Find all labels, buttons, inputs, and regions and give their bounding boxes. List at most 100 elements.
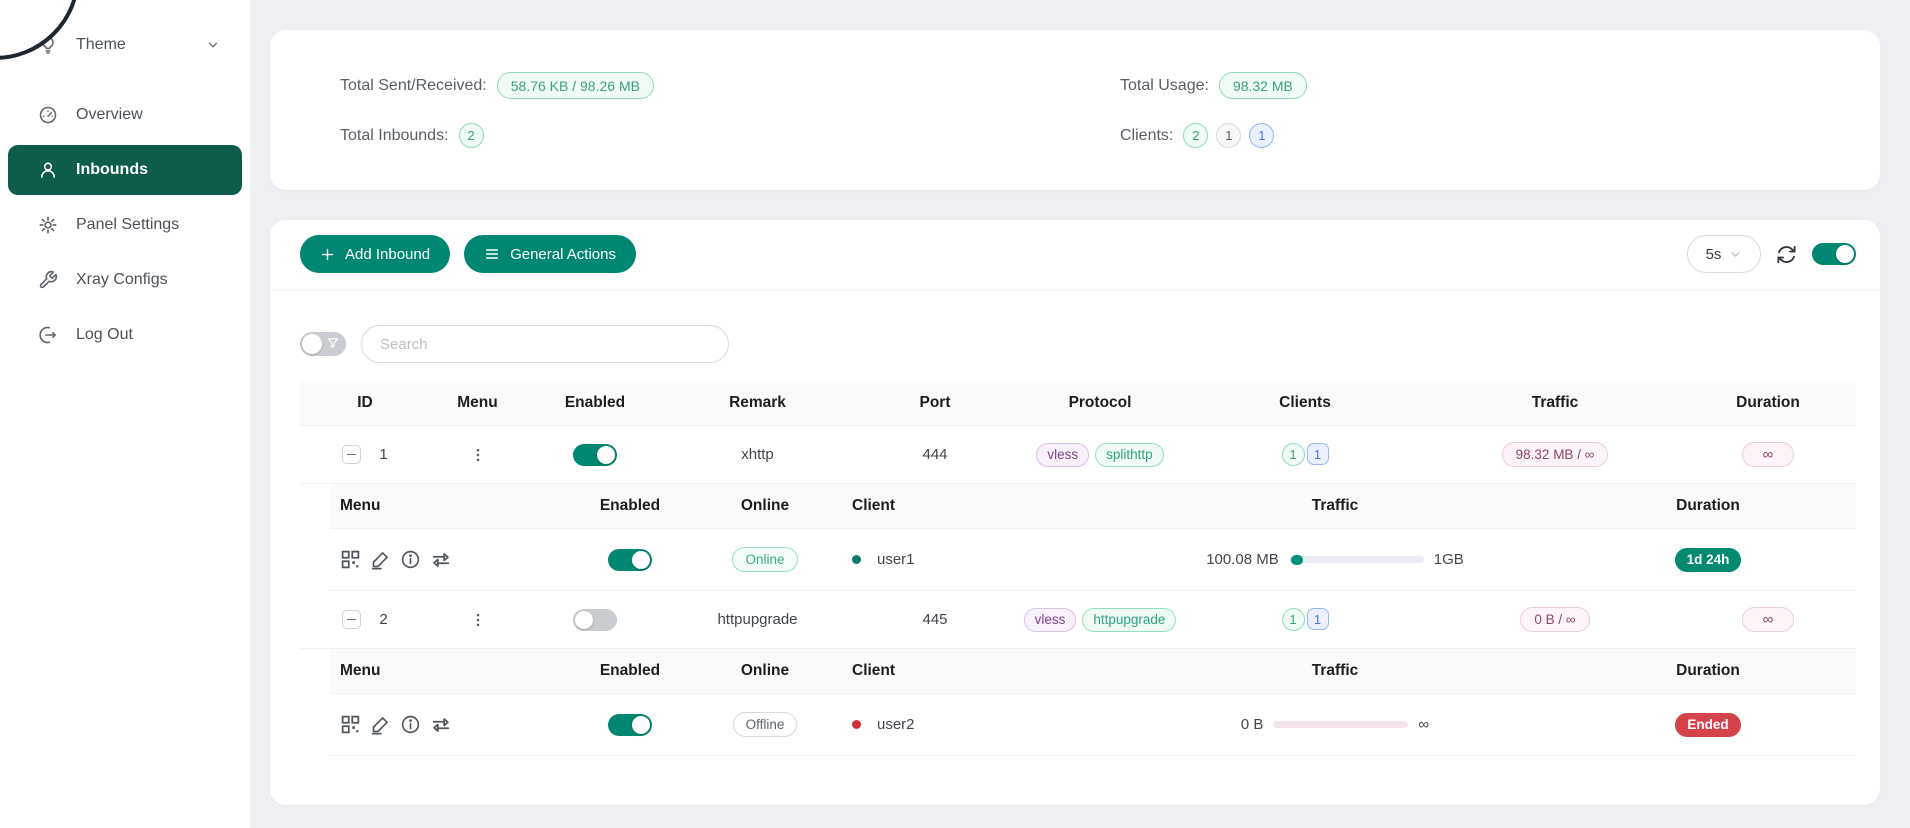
id-cell: 2 xyxy=(300,610,430,629)
client-name: user2 xyxy=(877,716,915,733)
search-row xyxy=(300,325,1856,363)
col-client-traffic: Traffic xyxy=(1110,497,1560,515)
sidebar-item-label: Theme xyxy=(76,36,126,54)
col-duration: Duration xyxy=(1680,394,1856,412)
col-client-online: Online xyxy=(700,497,830,515)
refresh-button[interactable] xyxy=(1776,244,1797,265)
client-traffic-cell: 100.08 MB 1GB xyxy=(1110,551,1560,568)
duration-pill: ∞ xyxy=(1742,442,1794,467)
sidebar: Theme Overview Inbounds Panel Settings X… xyxy=(0,0,250,828)
client-duration-badge: Ended xyxy=(1675,713,1740,737)
col-client-duration: Duration xyxy=(1560,662,1856,680)
inbound-port: 445 xyxy=(850,611,1020,628)
stat-value-pill: 98.32 MB xyxy=(1219,72,1307,99)
client-header-row: Menu Enabled Online Client Traffic Durat… xyxy=(330,649,1856,694)
edit-icon[interactable] xyxy=(370,549,391,570)
traffic-progress-bar xyxy=(1289,556,1424,563)
col-enabled: Enabled xyxy=(525,394,665,412)
sidebar-item-overview[interactable]: Overview xyxy=(8,90,242,140)
stat-value-pill: 58.76 KB / 98.26 MB xyxy=(497,72,654,99)
col-client-menu: Menu xyxy=(330,662,560,680)
stat-label: Total Inbounds: xyxy=(340,127,449,145)
stat-label: Total Sent/Received: xyxy=(340,77,487,95)
clients-cell: 1 1 xyxy=(1180,608,1430,631)
stat-clients: Clients: 2 1 1 xyxy=(1120,123,1880,148)
client-menu-cell xyxy=(330,549,560,571)
inbound-row: 2 httpupgrade 445 vless httpupgrade 1 1 xyxy=(300,591,1856,649)
add-inbound-button[interactable]: Add Inbound xyxy=(300,235,450,273)
sidebar-item-label: Panel Settings xyxy=(76,216,179,234)
auto-refresh-toggle[interactable] xyxy=(1812,243,1856,265)
stat-total-usage: Total Usage: 98.32 MB xyxy=(1120,72,1880,99)
toolbar-divider xyxy=(270,290,1880,291)
inbounds-card: Add Inbound General Actions 5s xyxy=(270,220,1880,805)
client-header-row: Menu Enabled Online Client Traffic Durat… xyxy=(330,484,1856,529)
col-client-duration: Duration xyxy=(1560,497,1856,515)
add-inbound-label: Add Inbound xyxy=(345,246,430,263)
inbound-enabled-toggle[interactable] xyxy=(573,444,617,466)
logout-icon xyxy=(38,325,58,345)
col-clients: Clients xyxy=(1180,394,1430,412)
col-protocol: Protocol xyxy=(1020,394,1180,412)
traffic-used: 0 B xyxy=(1241,716,1264,733)
collapse-row-button[interactable] xyxy=(342,445,361,464)
row-menu-button[interactable] xyxy=(430,611,525,629)
chevron-down-icon xyxy=(206,38,220,52)
info-icon[interactable] xyxy=(400,714,421,735)
inbounds-table: ID Menu Enabled Remark Port Protocol Cli… xyxy=(300,381,1856,756)
client-row: Offline user2 0 B ∞ Ended xyxy=(330,694,1856,756)
info-icon[interactable] xyxy=(400,549,421,570)
stat-total-sent-received: Total Sent/Received: 58.76 KB / 98.26 MB xyxy=(340,72,1120,99)
inbound-enabled-toggle[interactable] xyxy=(573,609,617,631)
refresh-interval-value: 5s xyxy=(1706,246,1722,263)
transport-tag: splithttp xyxy=(1095,443,1164,467)
inbound-remark: httpupgrade xyxy=(665,611,850,628)
general-actions-button[interactable]: General Actions xyxy=(464,235,636,273)
collapse-row-button[interactable] xyxy=(342,610,361,629)
main-content: Total Sent/Received: 58.76 KB / 98.26 MB… xyxy=(250,0,1910,805)
col-client-name: Client xyxy=(830,497,1110,515)
reset-traffic-icon[interactable] xyxy=(430,549,452,571)
sidebar-item-xray-configs[interactable]: Xray Configs xyxy=(8,255,242,305)
stat-count-badge: 2 xyxy=(459,123,484,148)
clients-cell: 1 1 xyxy=(1180,443,1430,466)
search-input[interactable] xyxy=(361,325,729,363)
client-enabled-toggle[interactable] xyxy=(608,714,652,736)
toolbar: Add Inbound General Actions 5s xyxy=(300,235,1856,273)
sidebar-item-inbounds[interactable]: Inbounds xyxy=(8,145,242,195)
col-client-name: Client xyxy=(830,662,1110,680)
sidebar-item-panel-settings[interactable]: Panel Settings xyxy=(8,200,242,250)
client-menu-cell xyxy=(330,714,560,736)
reset-traffic-icon[interactable] xyxy=(430,714,452,736)
filter-toggle[interactable] xyxy=(300,332,346,356)
client-row: Online user1 100.08 MB 1GB 1d 24h xyxy=(330,529,1856,591)
sidebar-item-label: Log Out xyxy=(76,326,133,344)
traffic-total: ∞ xyxy=(1418,716,1429,733)
sidebar-item-label: Xray Configs xyxy=(76,271,168,289)
refresh-interval-select[interactable]: 5s xyxy=(1687,235,1761,273)
col-client-online: Online xyxy=(700,662,830,680)
qr-code-icon[interactable] xyxy=(340,714,361,735)
col-client-enabled: Enabled xyxy=(560,497,700,515)
wrench-icon xyxy=(38,270,58,290)
refresh-icon xyxy=(1776,244,1797,265)
client-status-dot xyxy=(852,555,861,564)
stat-label: Total Usage: xyxy=(1120,77,1209,95)
sidebar-item-label: Inbounds xyxy=(76,161,148,179)
col-client-traffic: Traffic xyxy=(1110,662,1560,680)
client-subtable: Menu Enabled Online Client Traffic Durat… xyxy=(330,484,1856,591)
edit-icon[interactable] xyxy=(370,714,391,735)
col-id: ID xyxy=(300,394,430,412)
client-enabled-toggle[interactable] xyxy=(608,549,652,571)
gear-icon xyxy=(38,215,58,235)
col-menu: Menu xyxy=(430,394,525,412)
sidebar-item-log-out[interactable]: Log Out xyxy=(8,310,242,360)
client-traffic-cell: 0 B ∞ xyxy=(1110,716,1560,733)
sidebar-item-label: Overview xyxy=(76,106,143,124)
transport-tag: httpupgrade xyxy=(1082,608,1176,632)
chevron-down-icon xyxy=(1729,248,1742,261)
qr-code-icon[interactable] xyxy=(340,549,361,570)
row-menu-button[interactable] xyxy=(430,446,525,464)
inbound-port: 444 xyxy=(850,446,1020,463)
client-name: user1 xyxy=(877,551,915,568)
